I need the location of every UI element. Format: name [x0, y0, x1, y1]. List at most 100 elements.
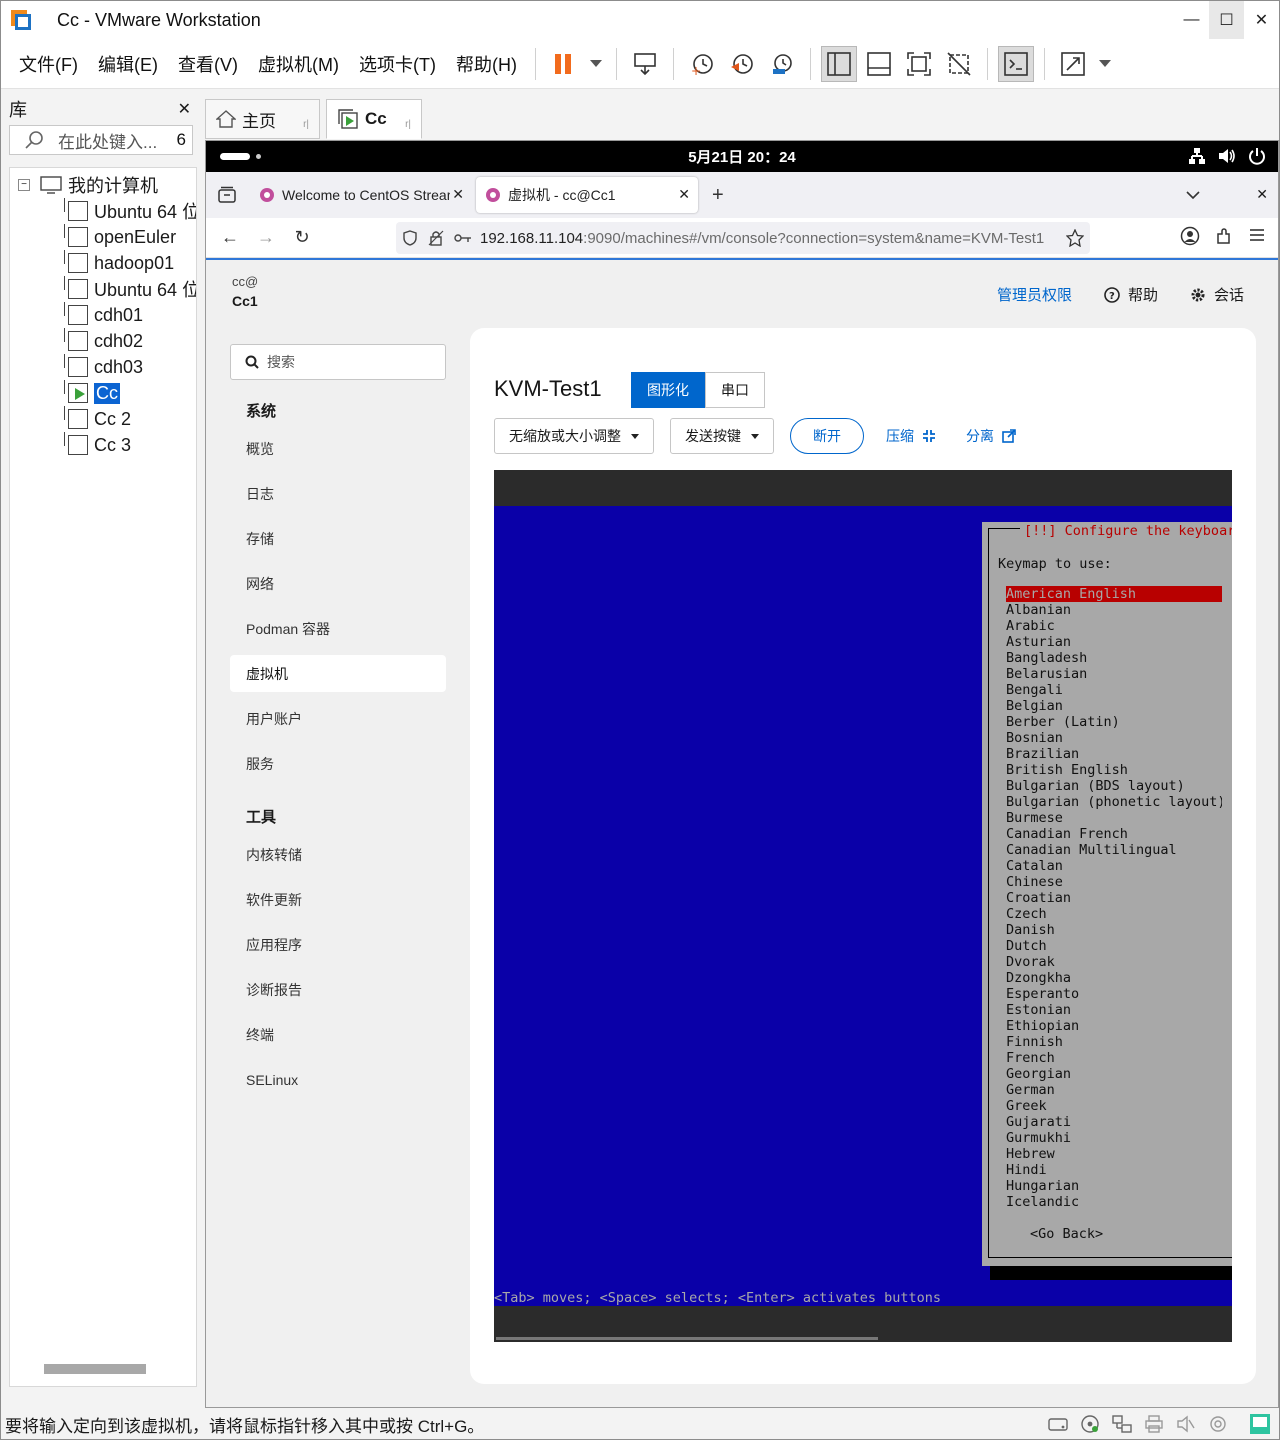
menu-view[interactable]: 查看(V) [168, 51, 248, 77]
keymap-option[interactable]: Georgian [1006, 1066, 1222, 1082]
keymap-option[interactable]: Dvorak [1006, 954, 1222, 970]
volume-icon[interactable] [1218, 147, 1236, 165]
tree-root-my-computer[interactable]: − 我的计算机 [10, 172, 196, 198]
extensions-icon[interactable] [1214, 226, 1234, 246]
nav-item-accounts[interactable]: 用户账户 [230, 700, 446, 737]
list-tabs-chevron-icon[interactable] [1186, 190, 1200, 200]
tree-item-vm[interactable]: cdh02 [10, 328, 196, 354]
keymap-option[interactable]: Ethiopian [1006, 1018, 1222, 1034]
admin-access-button[interactable]: 管理员权限 [997, 284, 1072, 305]
nav-item-applications[interactable]: 应用程序 [230, 926, 446, 963]
host-switcher[interactable]: cc@ Cc1 [232, 274, 258, 309]
account-icon[interactable] [1180, 226, 1200, 246]
nav-item-services[interactable]: 服务 [230, 745, 446, 782]
console-graphical-button[interactable]: 图形化 [631, 372, 705, 408]
keymap-option[interactable]: British English [1006, 762, 1222, 778]
keymap-option[interactable]: Bengali [1006, 682, 1222, 698]
keymap-option[interactable]: Croatian [1006, 890, 1222, 906]
keymap-option[interactable]: Danish [1006, 922, 1222, 938]
keymap-option[interactable]: Bangladesh [1006, 650, 1222, 666]
keymap-option[interactable]: Bosnian [1006, 730, 1222, 746]
unity-icon[interactable] [941, 46, 977, 82]
stretch-dropdown-chevron-icon[interactable] [1095, 46, 1115, 82]
nav-item-virtual-machines[interactable]: 虚拟机 [230, 655, 446, 692]
keymap-option[interactable]: Burmese [1006, 810, 1222, 826]
library-search-input[interactable]: 在此处键入... 6 [9, 125, 193, 155]
tree-item-vm[interactable]: Ubuntu 64 位 [10, 276, 196, 302]
keymap-option[interactable]: Hindi [1006, 1162, 1222, 1178]
keymap-option[interactable]: French [1006, 1050, 1222, 1066]
close-tab-icon[interactable]: ✕ [678, 186, 690, 203]
new-tab-icon[interactable]: + [712, 184, 724, 207]
nav-item-software-updates[interactable]: 软件更新 [230, 881, 446, 918]
keymap-option-selected[interactable]: American English [1006, 586, 1222, 602]
tree-item-vm[interactable]: Cc 2 [10, 406, 196, 432]
keymap-option[interactable]: Estonian [1006, 1002, 1222, 1018]
close-tab-icon[interactable]: ✕ [452, 186, 464, 203]
keymap-option[interactable]: Hungarian [1006, 1178, 1222, 1194]
scale-dropdown[interactable]: 无缩放或大小调整 [494, 418, 654, 454]
message-log-icon[interactable] [1249, 1413, 1271, 1435]
browser-tab-vm[interactable]: 虚拟机 - cc@Cc1 ✕ [476, 177, 698, 213]
reload-icon[interactable]: ↻ [284, 220, 320, 256]
nav-item-network[interactable]: 网络 [230, 565, 446, 602]
hard-disk-icon[interactable] [1047, 1413, 1069, 1435]
console-view-icon[interactable] [997, 45, 1034, 82]
cd-dvd-icon[interactable] [1079, 1413, 1101, 1435]
keymap-option[interactable]: Hebrew [1006, 1146, 1222, 1162]
keymap-option[interactable]: Icelandic [1006, 1194, 1222, 1210]
session-button[interactable]: 会话 [1190, 284, 1244, 305]
keymap-option[interactable]: Catalan [1006, 858, 1222, 874]
tree-item-vm[interactable]: Ubuntu 64 位 [10, 198, 196, 224]
vm-display[interactable]: 5月21日 20：24 Welcome to CentOS Stream ✕ 虚… [205, 140, 1279, 1408]
network-icon[interactable] [1188, 147, 1206, 165]
show-library-icon[interactable] [820, 45, 857, 82]
tab-overview-icon[interactable] [218, 186, 236, 204]
keymap-option[interactable]: Albanian [1006, 602, 1222, 618]
keymap-option[interactable]: Belarusian [1006, 666, 1222, 682]
keymap-option[interactable]: Dzongkha [1006, 970, 1222, 986]
tree-item-vm[interactable]: Cc 3 [10, 432, 196, 458]
send-key-dropdown[interactable]: 发送按键 [670, 418, 774, 454]
keymap-option[interactable]: Asturian [1006, 634, 1222, 650]
library-close-icon[interactable]: ✕ [178, 99, 191, 119]
url-field[interactable]: 192.168.11.104 :9090/machines#/vm/consol… [396, 222, 1090, 254]
send-ctrl-alt-del-icon[interactable] [627, 46, 663, 82]
keymap-option[interactable]: Gurmukhi [1006, 1130, 1222, 1146]
browser-tab-welcome[interactable]: Welcome to CentOS Stream ✕ [250, 177, 472, 213]
keymap-option[interactable]: Greek [1006, 1098, 1222, 1114]
console-scrollbar[interactable] [496, 1337, 878, 1340]
keymap-option[interactable]: Bulgarian (phonetic layout) [1006, 794, 1222, 810]
menu-edit[interactable]: 编辑(E) [88, 51, 168, 77]
minimize-button[interactable]: — [1174, 1, 1209, 39]
keymap-option[interactable]: Belgian [1006, 698, 1222, 714]
menu-file[interactable]: 文件(F) [1, 51, 88, 77]
printer-icon[interactable] [1143, 1413, 1165, 1435]
nav-item-kdump[interactable]: 内核转储 [230, 836, 446, 873]
keymap-option[interactable]: German [1006, 1082, 1222, 1098]
nav-item-overview[interactable]: 概览 [230, 430, 446, 467]
console-serial-button[interactable]: 串口 [705, 372, 765, 408]
sound-card-icon[interactable] [1175, 1413, 1197, 1435]
tree-item-vm[interactable]: hadoop01 [10, 250, 196, 276]
collapse-icon[interactable]: − [18, 179, 30, 191]
nav-item-logs[interactable]: 日志 [230, 475, 446, 512]
nav-item-diagnostics[interactable]: 诊断报告 [230, 971, 446, 1008]
keymap-option[interactable]: Canadian French [1006, 826, 1222, 842]
tree-item-vm[interactable]: openEuler [10, 224, 196, 250]
power-icon[interactable] [1248, 147, 1266, 165]
gnome-clock[interactable]: 5月21日 20：24 [688, 146, 796, 167]
close-window-icon[interactable]: ✕ [1256, 186, 1268, 203]
pause-icon[interactable] [546, 46, 582, 82]
nav-search-input[interactable]: 搜索 [230, 344, 446, 380]
keymap-option[interactable]: Bulgarian (BDS layout) [1006, 778, 1222, 794]
maximize-button[interactable]: ☐ [1209, 1, 1244, 39]
revert-snapshot-icon[interactable] [724, 46, 760, 82]
tree-item-vm[interactable]: cdh03 [10, 354, 196, 380]
network-adapter-icon[interactable] [1111, 1413, 1133, 1435]
power-dropdown-chevron-icon[interactable] [586, 46, 606, 82]
nav-item-storage[interactable]: 存储 [230, 520, 446, 557]
bookmark-star-icon[interactable] [1066, 229, 1084, 247]
fullscreen-icon[interactable] [901, 46, 937, 82]
tab-cc[interactable]: Cc r| [326, 99, 422, 139]
